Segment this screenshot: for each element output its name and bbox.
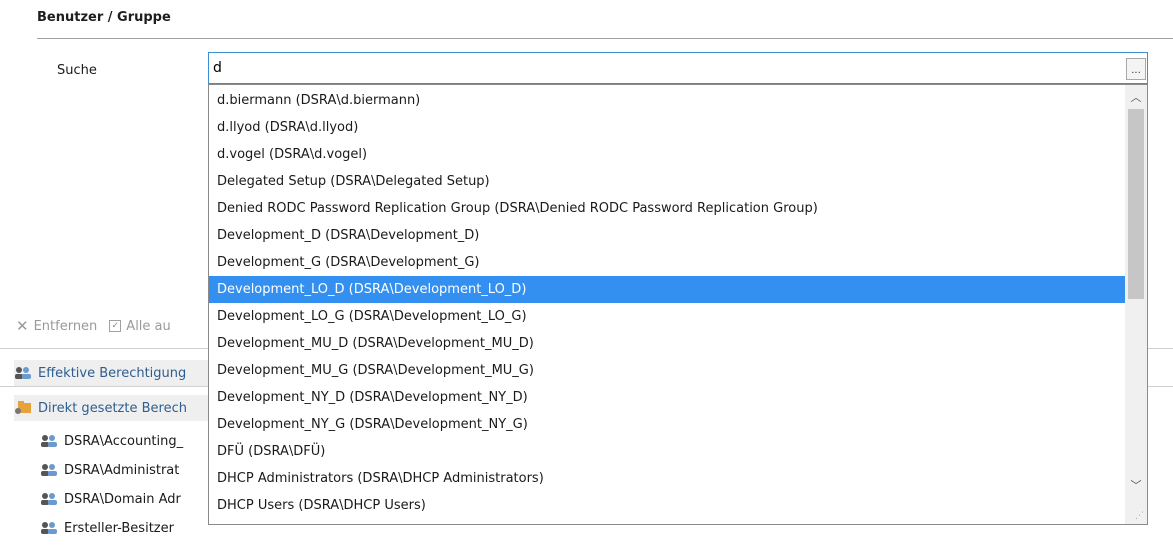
remove-label: Entfernen: [33, 318, 98, 334]
checkbox-icon: ✓: [109, 320, 122, 332]
close-icon: ✕: [16, 317, 29, 335]
user-group-icon: [15, 367, 31, 379]
dropdown-option[interactable]: Development_MU_D (DSRA\Development_MU_D): [209, 330, 1125, 357]
autocomplete-dropdown[interactable]: d.biermann (DSRA\d.biermann) d.llyod (DSR…: [208, 84, 1148, 525]
dropdown-option[interactable]: d.biermann (DSRA\d.biermann): [209, 87, 1125, 114]
tree-entry-label: DSRA\Accounting_: [64, 433, 184, 449]
section-divider: [37, 38, 1173, 39]
dropdown-option[interactable]: Denied RODC Password Replication Group (…: [209, 195, 1125, 222]
dropdown-option[interactable]: Delegated Setup (DSRA\Delegated Setup): [209, 168, 1125, 195]
user-group-icon: [41, 522, 57, 534]
section-title: Benutzer / Gruppe: [37, 10, 171, 25]
toolbar: ✕ Entfernen ✓ Alle au: [0, 308, 210, 344]
dropdown-option[interactable]: Development_MU_G (DSRA\Development_MU_G): [209, 357, 1125, 384]
browse-button[interactable]: ...: [1126, 58, 1146, 80]
dropdown-option[interactable]: Development_D (DSRA\Development_D): [209, 222, 1125, 249]
dropdown-option[interactable]: Development_NY_G (DSRA\Development_NY_G): [209, 411, 1125, 438]
folder-key-icon: [15, 401, 31, 414]
search-box[interactable]: ...: [208, 52, 1148, 84]
dropdown-option[interactable]: Development_NY_D (DSRA\Development_NY_D): [209, 384, 1125, 411]
tree-row-effective[interactable]: Effektive Berechtigung: [14, 360, 224, 386]
tree-row-label: Direkt gesetzte Berech: [38, 400, 187, 416]
remove-button[interactable]: ✕ Entfernen: [16, 317, 97, 335]
dropdown-option[interactable]: DHCP Users (DSRA\DHCP Users): [209, 492, 1125, 519]
scrollbar-thumb[interactable]: [1128, 109, 1144, 299]
user-group-icon: [41, 435, 57, 447]
tree-entry-label: DSRA\Domain Adr: [64, 491, 181, 507]
user-group-icon: [41, 464, 57, 476]
scroll-down-icon[interactable]: ﹀: [1125, 477, 1147, 495]
dropdown-option[interactable]: DFÜ (DSRA\DFÜ): [209, 438, 1125, 465]
dropdown-option[interactable]: Development_G (DSRA\Development_G): [209, 249, 1125, 276]
tree-entry-label: Ersteller-Besitzer: [64, 520, 174, 536]
tree-entry-label: DSRA\Administrat: [64, 462, 180, 478]
dropdown-option[interactable]: d.llyod (DSRA\d.llyod): [209, 114, 1125, 141]
dropdown-option[interactable]: DHCP Administrators (DSRA\DHCP Administr…: [209, 465, 1125, 492]
tree-row-label: Effektive Berechtigung: [38, 365, 187, 381]
user-group-icon: [41, 493, 57, 505]
scroll-up-icon[interactable]: ︿: [1125, 89, 1147, 107]
search-label: Suche: [57, 63, 97, 78]
dropdown-option[interactable]: Development_LO_D (DSRA\Development_LO_D): [209, 276, 1125, 303]
dropdown-option[interactable]: Development_LO_G (DSRA\Development_LO_G): [209, 303, 1125, 330]
tree-row-direct[interactable]: Direkt gesetzte Berech: [14, 395, 224, 421]
resize-grip-icon[interactable]: ⋰: [1135, 511, 1144, 521]
search-input[interactable]: [213, 53, 1113, 83]
dropdown-option[interactable]: d.vogel (DSRA\d.vogel): [209, 141, 1125, 168]
select-all-label: Alle au: [126, 318, 171, 334]
dropdown-scrollbar[interactable]: ︿ ﹀: [1125, 85, 1147, 524]
select-all-checkbox[interactable]: ✓ Alle au: [109, 318, 171, 334]
